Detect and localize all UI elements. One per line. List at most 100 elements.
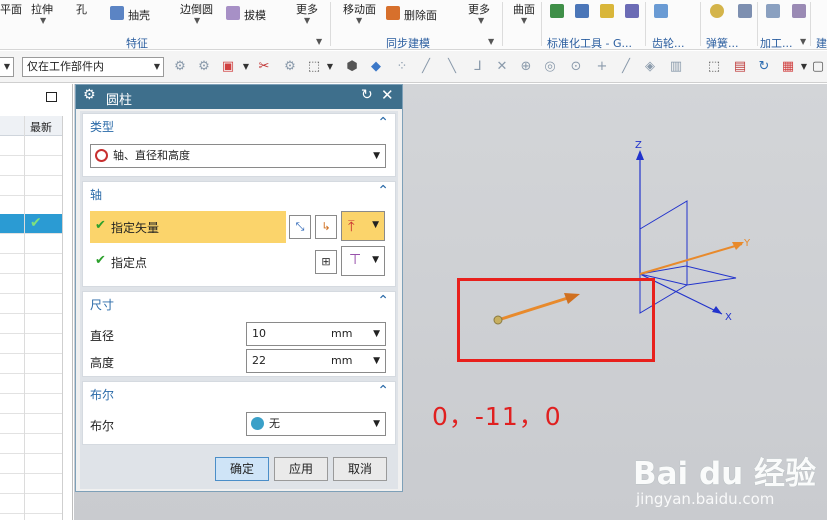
chevron-down-icon[interactable]: ▼ [478, 16, 484, 25]
filter-select[interactable]: ▼ [0, 57, 14, 77]
chevron-down-icon[interactable]: ▼ [316, 37, 322, 46]
snap-arc-center-icon[interactable]: ⊕ [518, 59, 534, 75]
section-size-title[interactable]: 尺寸 [90, 296, 114, 313]
display-icon[interactable]: ▢ [810, 59, 826, 75]
chevron-down-icon[interactable]: ▼ [356, 16, 362, 25]
select-chain-icon[interactable]: ⚙ [282, 59, 298, 75]
chevron-down-icon[interactable]: ▼ [322, 59, 338, 75]
snap-on-curve-icon[interactable]: ╱ [618, 59, 634, 75]
boolean-select[interactable]: 无 ▼ [246, 412, 386, 436]
snap-icon[interactable]: ⚙ [172, 59, 188, 75]
gear-icon[interactable]: ⚙ [83, 87, 96, 103]
spring-tool-icon-2[interactable] [738, 4, 752, 18]
std-tool-icon-3[interactable] [600, 4, 614, 18]
shell-icon[interactable] [110, 6, 124, 20]
machining-tool-icon[interactable] [766, 4, 780, 18]
std-tool-icon-4[interactable] [625, 4, 639, 18]
ribbon-delete-face[interactable]: 删除面 [404, 7, 437, 23]
vector-type-dropdown[interactable]: ⤒ ▼ [341, 211, 385, 241]
std-tool-icon-1[interactable] [550, 4, 564, 18]
navigator-row[interactable] [0, 334, 62, 354]
vector-dialog-button[interactable]: ↳ [315, 215, 337, 239]
chevron-down-icon[interactable]: ▼ [304, 16, 310, 25]
snap-end-icon[interactable]: ╱ [418, 59, 434, 75]
navigator-row[interactable] [0, 394, 62, 414]
navigator-row[interactable] [0, 314, 62, 334]
render-style-icon[interactable]: ▦ [780, 59, 796, 75]
rotate-icon[interactable]: ↻ [756, 59, 772, 75]
ribbon-draft[interactable]: 拔模 [244, 7, 266, 23]
navigator-row[interactable] [0, 494, 62, 514]
navigator-row[interactable] [0, 136, 62, 156]
navigator-row[interactable] [0, 354, 62, 374]
navigator-row[interactable] [0, 374, 62, 394]
collapse-icon[interactable]: ⌃ [377, 383, 389, 399]
view-zoom-icon[interactable]: ▤ [732, 59, 748, 75]
delete-face-icon[interactable] [386, 6, 400, 20]
chevron-down-icon[interactable]: ▼ [373, 350, 380, 372]
navigator-row[interactable] [0, 176, 62, 196]
ribbon-more-features[interactable]: 更多 [296, 1, 318, 17]
ribbon-shell[interactable]: 抽壳 [128, 7, 150, 23]
section-type-title[interactable]: 类型 [90, 118, 114, 135]
select-filter-icon[interactable]: ▣ [220, 59, 236, 75]
point-type-dropdown[interactable]: ⊤ ▼ [341, 246, 385, 276]
snap-on-face-icon[interactable]: ◈ [642, 59, 658, 75]
select-box-icon[interactable]: ⬚ [306, 59, 322, 75]
chevron-down-icon[interactable]: ▼ [194, 16, 200, 25]
apply-button[interactable]: 应用 [274, 457, 328, 481]
snap-bounded-icon[interactable]: ▥ [668, 59, 684, 75]
snap-circle-icon[interactable]: ◎ [542, 59, 558, 75]
ribbon-hole[interactable]: 孔 [76, 1, 87, 17]
chevron-down-icon[interactable]: ▼ [800, 37, 806, 46]
snap-intersect-icon[interactable]: ✕ [494, 59, 510, 75]
scope-select[interactable]: 仅在工作部件内 ▼ [22, 57, 164, 77]
type-select[interactable]: 轴、直径和高度 ▼ [90, 144, 386, 168]
section-boolean-title[interactable]: 布尔 [90, 386, 114, 403]
specify-vector-label[interactable]: 指定矢量 [111, 219, 159, 236]
spring-tool-icon[interactable] [710, 4, 724, 18]
snap-existing-icon[interactable]: + [594, 59, 610, 75]
gear-tool-icon[interactable] [654, 4, 668, 18]
std-tool-icon-2[interactable] [575, 4, 589, 18]
snap-point-icon[interactable]: ⁘ [394, 59, 410, 75]
chevron-down-icon[interactable]: ▼ [521, 16, 527, 25]
ribbon-move-face[interactable]: 移动面 [343, 1, 376, 17]
navigator-row[interactable] [0, 254, 62, 274]
navigator-row[interactable] [0, 414, 62, 434]
dialog-title-bar[interactable]: ⚙ 圆柱 ↻ ✕ [76, 85, 402, 109]
chevron-down-icon[interactable]: ▼ [488, 37, 494, 46]
navigator-row[interactable] [0, 474, 62, 494]
navigator-row[interactable] [0, 434, 62, 454]
navigator-row[interactable] [0, 234, 62, 254]
select-solid-icon[interactable]: ◆ [368, 59, 384, 75]
select-features-icon[interactable]: ✂ [256, 59, 272, 75]
ok-button[interactable]: 确定 [215, 457, 269, 481]
collapse-icon[interactable]: ⌃ [377, 293, 389, 309]
snap-quadrant-icon[interactable]: ⊙ [568, 59, 584, 75]
diameter-field[interactable]: 10 mm ▼ [246, 322, 386, 346]
column-header-latest[interactable]: 最新 [30, 119, 52, 135]
ribbon-more-sync[interactable]: 更多 [468, 1, 490, 17]
collapse-icon[interactable]: ⌃ [377, 115, 389, 131]
reverse-direction-button[interactable]: ⤡ [289, 215, 311, 239]
navigator-row-selected[interactable]: ✔ [0, 214, 62, 234]
chevron-down-icon[interactable]: ▼ [40, 16, 46, 25]
snap-mid-icon[interactable]: ╲ [444, 59, 460, 75]
snap-toggle-icon[interactable]: ⚙ [196, 59, 212, 75]
ribbon-plane[interactable]: 平面 [0, 1, 22, 17]
ribbon-surface[interactable]: 曲面 [513, 1, 535, 17]
navigator-row[interactable] [0, 156, 62, 176]
navigator-row[interactable] [0, 454, 62, 474]
collapse-icon[interactable]: ⌃ [377, 183, 389, 199]
snap-control-icon[interactable]: ⅃ [470, 59, 486, 75]
maximize-icon[interactable] [46, 92, 57, 102]
draft-icon[interactable] [226, 6, 240, 20]
navigator-row[interactable] [0, 274, 62, 294]
close-icon[interactable]: ✕ [381, 86, 394, 104]
navigator-row[interactable] [0, 196, 62, 216]
specify-point-label[interactable]: 指定点 [111, 254, 147, 271]
height-field[interactable]: 22 mm ▼ [246, 349, 386, 373]
view-fit-icon[interactable]: ⬚ [706, 59, 722, 75]
point-dialog-button[interactable]: ⊞ [315, 250, 337, 274]
